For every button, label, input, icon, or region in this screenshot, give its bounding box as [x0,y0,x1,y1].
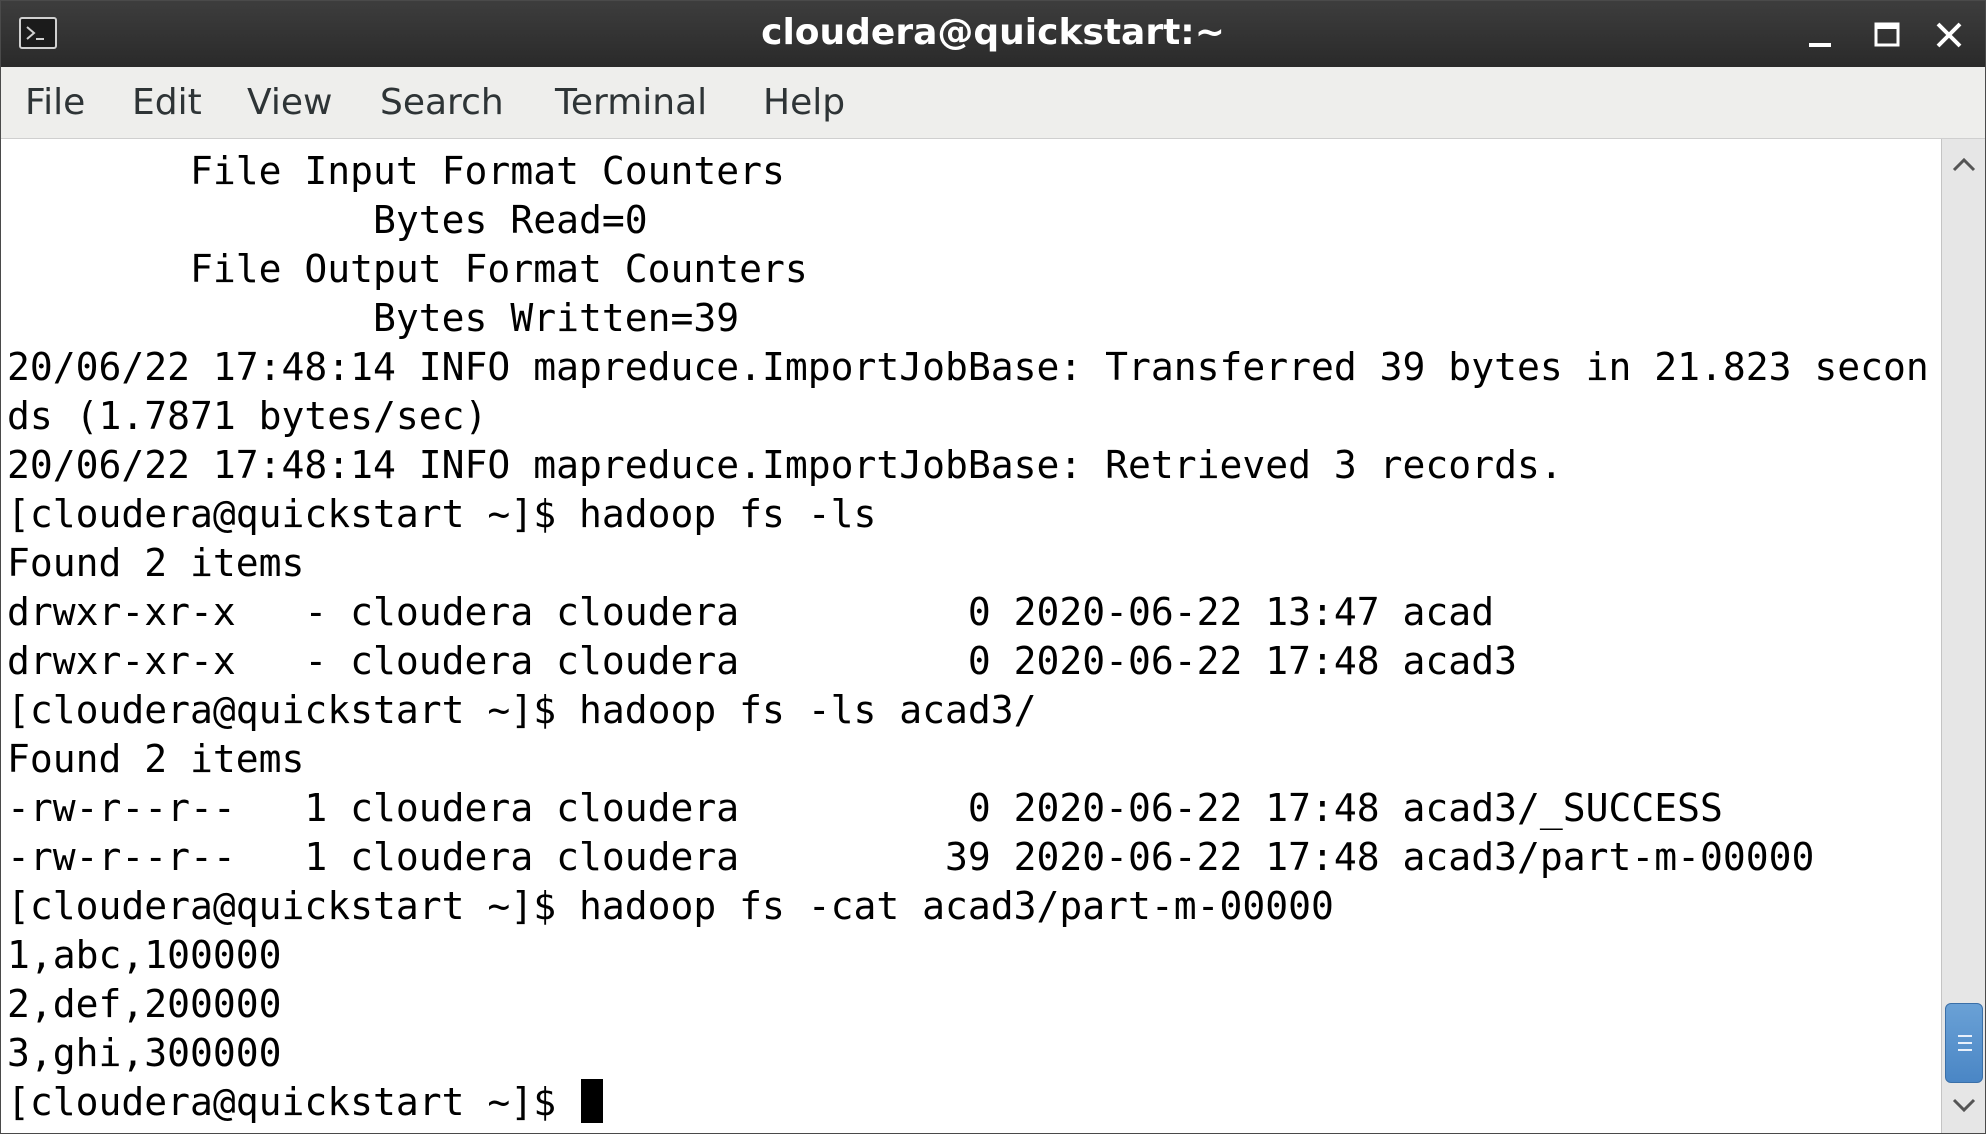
terminal-line: [cloudera@quickstart ~]$ hadoop fs -ls a… [7,688,1037,732]
maximize-button[interactable] [1865,13,1909,57]
close-button[interactable] [1927,13,1971,57]
terminal-line: Bytes Read=0 [7,198,648,242]
terminal-line: File Input Format Counters [7,149,808,193]
scroll-up-button[interactable] [1944,145,1984,185]
terminal-line: File Output Format Counters [7,247,831,291]
terminal-line: Found 2 items [7,541,305,585]
menu-file[interactable]: File [25,67,85,139]
vertical-scrollbar[interactable] [1941,139,1985,1133]
terminal-line: ds (1.7871 bytes/sec) [7,394,488,438]
terminal-line: [cloudera@quickstart ~]$ hadoop fs -cat … [7,884,1334,928]
terminal-line: Found 2 items [7,737,305,781]
maximize-icon [1874,22,1900,47]
menu-view[interactable]: View [247,67,332,139]
scroll-thumb[interactable] [1945,1003,1983,1083]
terminal-line: Bytes Written=39 [7,296,740,340]
menu-search[interactable]: Search [380,67,504,139]
window-title: cloudera@quickstart:~ [761,12,1225,53]
terminal-line: [cloudera@quickstart ~]$ hadoop fs -ls [7,492,877,536]
terminal-line: 20/06/22 17:48:14 INFO mapreduce.ImportJ… [7,345,1929,389]
grip-icon [1958,1035,1972,1051]
prompt-line[interactable]: [cloudera@quickstart ~]$ [7,1078,1929,1127]
title-bar[interactable]: cloudera@quickstart:~ [1,1,1985,67]
terminal-line: 3,ghi,300000 [7,1031,282,1075]
minimize-icon [1809,43,1831,47]
menu-edit[interactable]: Edit [132,67,202,139]
terminal-line: 1,abc,100000 [7,933,282,977]
terminal-window: cloudera@quickstart:~ File Edit View Sea… [0,0,1986,1134]
close-icon [1936,22,1962,48]
terminal-line: drwxr-xr-x - cloudera cloudera 0 2020-06… [7,590,1495,634]
chevron-down-icon [1952,1098,1976,1113]
terminal-text: File Input Format Counters Bytes Read=0 … [7,147,1929,1127]
menu-bar: File Edit View Search Terminal Help [1,67,1985,139]
shell-prompt: [cloudera@quickstart ~]$ [7,1080,579,1124]
minimize-button[interactable] [1799,13,1843,57]
scroll-down-button[interactable] [1944,1085,1984,1125]
terminal-line: -rw-r--r-- 1 cloudera cloudera 0 2020-06… [7,786,1723,830]
terminal-line: 20/06/22 17:48:14 INFO mapreduce.ImportJ… [7,443,1563,487]
menu-terminal[interactable]: Terminal [555,67,707,139]
menu-help[interactable]: Help [763,67,845,139]
terminal-output[interactable]: File Input Format Counters Bytes Read=0 … [1,139,1941,1133]
text-cursor [580,1079,603,1123]
chevron-up-icon [1952,157,1976,172]
terminal-line: -rw-r--r-- 1 cloudera cloudera 39 2020-0… [7,835,1815,879]
terminal-line: 2,def,200000 [7,982,282,1026]
terminal-line: drwxr-xr-x - cloudera cloudera 0 2020-06… [7,639,1517,683]
